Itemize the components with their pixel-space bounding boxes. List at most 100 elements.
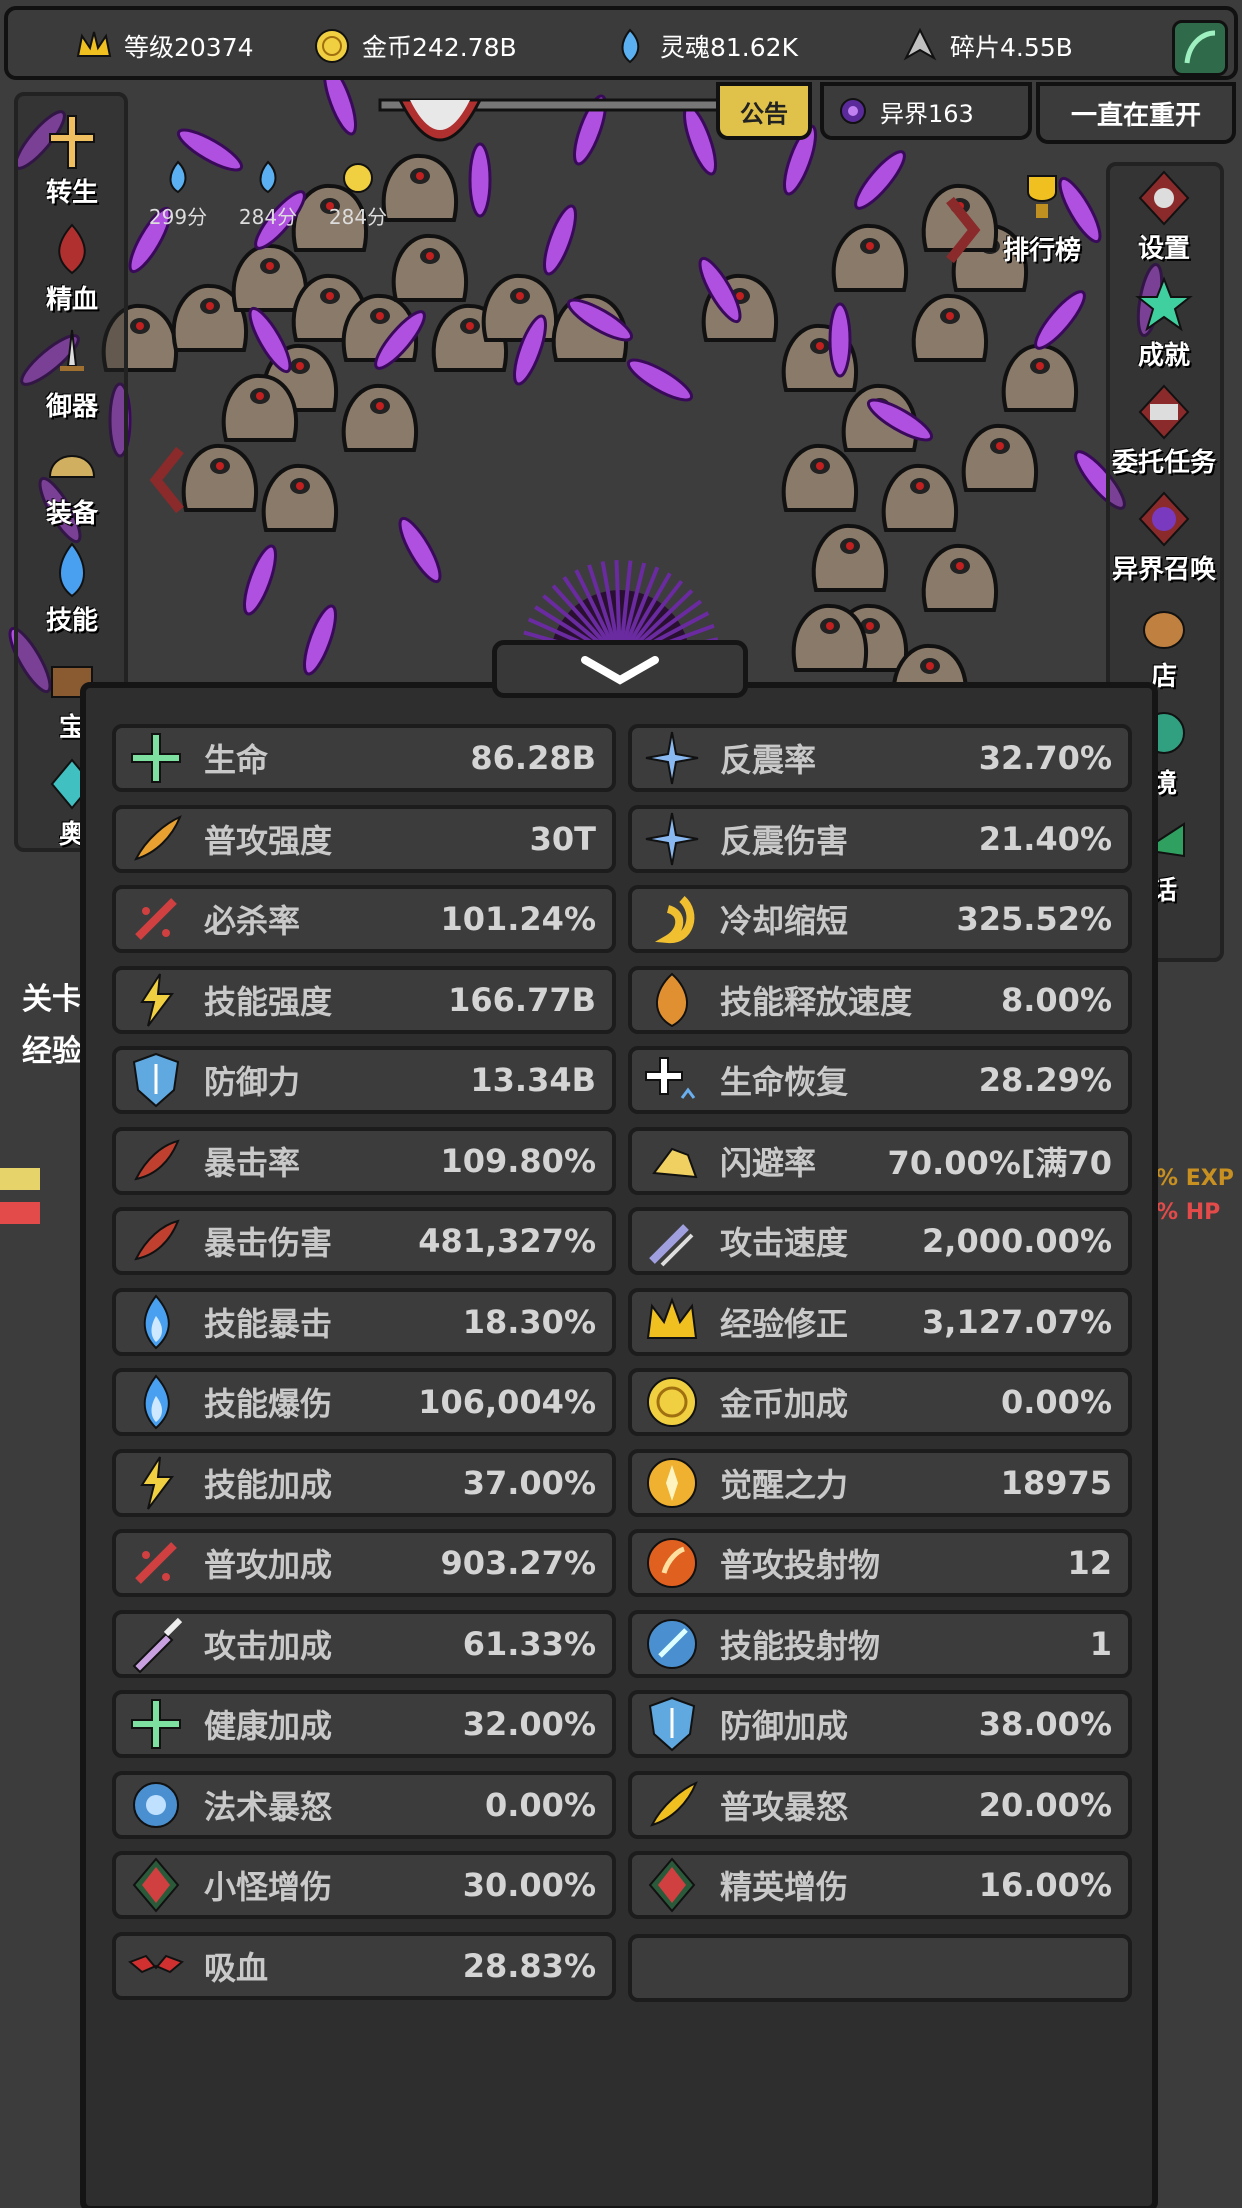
stat-value: 13.34B bbox=[470, 1061, 596, 1099]
settings-button[interactable]: 设置 bbox=[1128, 168, 1200, 265]
stat-label: 技能释放速度 bbox=[720, 982, 913, 1021]
ice-shard-icon bbox=[645, 812, 699, 865]
attack-feather-icon bbox=[134, 814, 182, 861]
score-text: 284分 bbox=[238, 205, 298, 229]
realm-button[interactable]: 异界163 bbox=[820, 82, 1032, 140]
artifact-button[interactable]: 御器 bbox=[36, 326, 108, 423]
stat-label: 必杀率 bbox=[204, 902, 301, 940]
summon-label: 异界召唤 bbox=[1111, 555, 1216, 585]
essence-button[interactable]: 精血 bbox=[36, 219, 108, 316]
stat-label: 精英增伤 bbox=[720, 1868, 849, 1906]
stat-label: 暴击伤害 bbox=[204, 1224, 333, 1262]
stat-label: 冷却缩短 bbox=[720, 902, 849, 940]
stat-row: 反震率 32.70% bbox=[628, 724, 1132, 792]
stat-row: 精英增伤 16.00% bbox=[628, 1851, 1132, 1919]
achievement-button[interactable]: 成就 bbox=[1128, 275, 1200, 372]
stat-row: 必杀率 101.24% bbox=[112, 885, 616, 953]
leaderboard-button[interactable]: 排行榜 bbox=[986, 170, 1098, 277]
realm-label: 异界163 bbox=[880, 99, 974, 128]
stat-label: 反震率 bbox=[720, 741, 817, 779]
stat-value: 30.00% bbox=[462, 1866, 596, 1904]
stat-label: 生命恢复 bbox=[720, 1063, 849, 1101]
shop-button[interactable]: 店 bbox=[1128, 596, 1200, 693]
restart-button[interactable]: 一直在重开 bbox=[1036, 82, 1236, 144]
notice-button[interactable]: 公告 bbox=[716, 82, 812, 140]
skill-button[interactable]: 技能 bbox=[36, 540, 108, 637]
blue-projectile-icon bbox=[647, 1618, 697, 1669]
stat-label: 防御力 bbox=[204, 1063, 301, 1101]
stat-row: 冷却缩短 325.52% bbox=[628, 885, 1132, 953]
stat-row: 反震伤害 21.40% bbox=[628, 804, 1132, 873]
resource-bar: 等级20374 金币242.78B 灵魂81.62K 碎片4.55B bbox=[4, 6, 1238, 80]
health-cross-icon bbox=[131, 733, 181, 783]
stat-value: 30T bbox=[529, 819, 596, 858]
stat-value: 0.00% bbox=[484, 1785, 596, 1824]
stat-value: 20.00% bbox=[978, 1785, 1112, 1824]
stat-label: 技能强度 bbox=[204, 982, 333, 1021]
stat-row: 生命恢复 28.29% bbox=[628, 1046, 1132, 1114]
stat-label: 技能投射物 bbox=[720, 1626, 881, 1665]
stat-label: 防御加成 bbox=[720, 1707, 849, 1745]
stat-value: 86.28B bbox=[470, 739, 596, 777]
health-cross-icon bbox=[131, 1699, 181, 1749]
diamond-eye-icon bbox=[648, 1857, 696, 1913]
level-counter: 等级20374 bbox=[72, 24, 254, 68]
stat-value: 21.40% bbox=[978, 819, 1112, 858]
stat-value: 28.29% bbox=[978, 1061, 1112, 1099]
shard-icon bbox=[903, 27, 937, 61]
skill-label: 技能 bbox=[45, 606, 98, 636]
scroll-icon bbox=[1138, 384, 1190, 440]
crown-icon bbox=[76, 31, 112, 57]
collapse-button[interactable] bbox=[492, 640, 748, 698]
stat-row: 小怪增伤 30.00% bbox=[112, 1851, 616, 1919]
fire-projectile-icon bbox=[647, 1538, 697, 1588]
stat-row: 技能投射物 1 bbox=[628, 1609, 1132, 1678]
essence-label: 精血 bbox=[45, 285, 98, 315]
gold-feather-icon bbox=[650, 1780, 698, 1827]
stat-label: 法术暴怒 bbox=[204, 1787, 333, 1826]
equipment-label: 装备 bbox=[45, 499, 98, 529]
hp-bar bbox=[0, 1202, 40, 1224]
stat-label: 普攻加成 bbox=[204, 1546, 333, 1584]
commission-label: 委托任务 bbox=[1111, 448, 1216, 478]
game-scene: 关卡 经验 % EXP % HP 等级20374 金币242.78B 灵魂81.… bbox=[0, 0, 1242, 2208]
soul-text: 灵魂81.62K bbox=[660, 33, 798, 62]
level-text: 等级20374 bbox=[124, 33, 254, 62]
stat-label: 攻击速度 bbox=[720, 1224, 849, 1262]
rebirth-button[interactable]: 转生 bbox=[36, 112, 108, 209]
stat-value: 18.30% bbox=[462, 1302, 596, 1341]
stat-row: 防御加成 38.00% bbox=[628, 1690, 1132, 1758]
stat-value: 32.00% bbox=[462, 1705, 596, 1743]
leaderboard-item: 排行榜 bbox=[1003, 170, 1081, 267]
stat-value: 109.80% bbox=[440, 1141, 596, 1180]
pot-icon bbox=[1143, 611, 1185, 649]
lightning-icon bbox=[140, 1455, 174, 1510]
stat-row-empty bbox=[628, 1934, 1132, 2002]
stat-label: 觉醒之力 bbox=[720, 1465, 849, 1504]
gold-coin-icon bbox=[647, 1377, 697, 1427]
summon-button[interactable]: 异界召唤 bbox=[1112, 489, 1216, 586]
bat-icon bbox=[128, 1954, 184, 1973]
magic-orb-icon bbox=[133, 1781, 179, 1828]
menu-button[interactable] bbox=[1172, 20, 1228, 76]
commission-button[interactable]: 委托任务 bbox=[1112, 382, 1216, 479]
soul-icon bbox=[169, 160, 187, 194]
stat-label: 技能加成 bbox=[204, 1465, 333, 1504]
equipment-button[interactable]: 装备 bbox=[36, 433, 108, 530]
stat-row: 技能释放速度 8.00% bbox=[628, 965, 1132, 1034]
achievement-label: 成就 bbox=[1137, 341, 1190, 371]
stat-value: 61.33% bbox=[462, 1624, 596, 1663]
sword-icon bbox=[132, 1617, 183, 1673]
stat-label: 吸血 bbox=[204, 1948, 269, 1987]
stat-value: 18975 bbox=[1000, 1463, 1112, 1502]
stat-row: 普攻加成 903.27% bbox=[112, 1529, 616, 1597]
vortex-icon bbox=[840, 98, 866, 124]
shield-icon bbox=[132, 1052, 180, 1108]
stat-value: 8.00% bbox=[1000, 980, 1112, 1019]
stat-value: 2,000.00% bbox=[922, 1222, 1112, 1260]
crit-claw-icon bbox=[134, 1139, 180, 1180]
stat-value: 166.77B bbox=[448, 980, 596, 1019]
stat-label: 普攻投射物 bbox=[720, 1546, 881, 1584]
stat-row: 觉醒之力 18975 bbox=[628, 1448, 1132, 1517]
blood-drop-icon bbox=[58, 223, 86, 275]
